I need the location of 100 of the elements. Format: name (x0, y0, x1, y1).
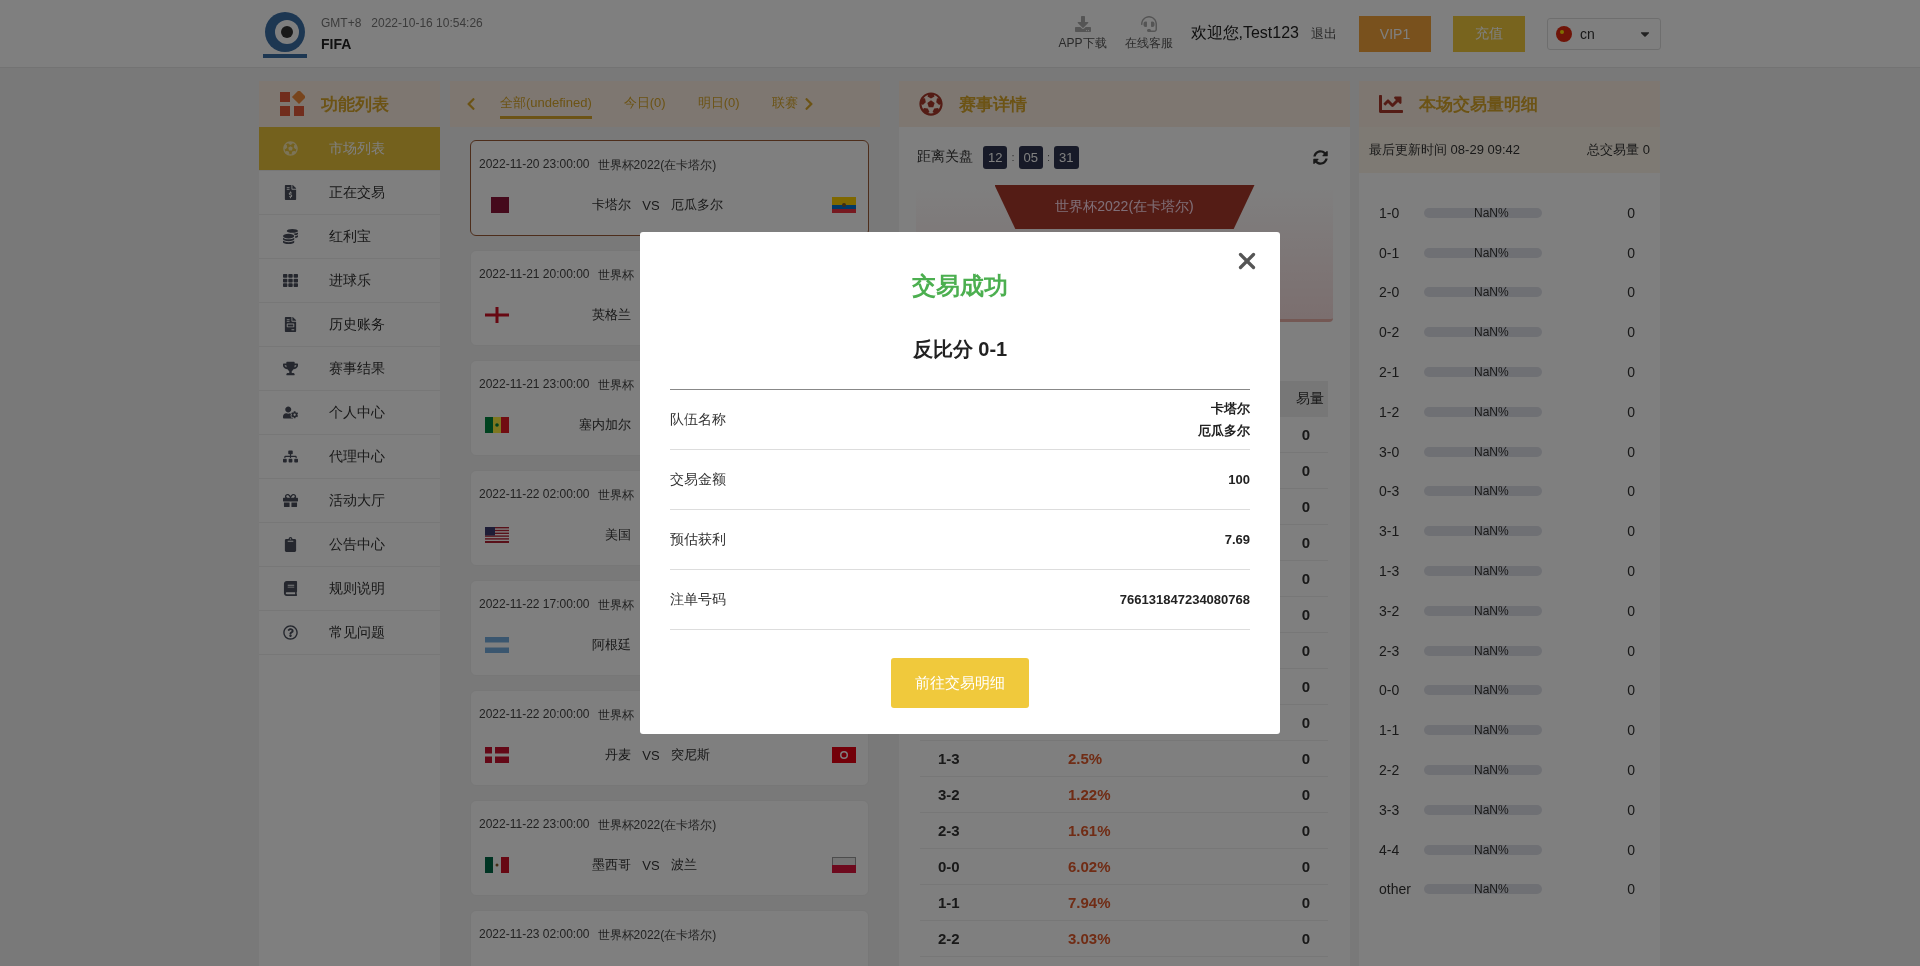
league-name: 世界杯 (597, 707, 634, 724)
score-cell-text: 2-2 (938, 930, 961, 947)
volume-cell: 0 (1301, 930, 1310, 947)
field-label: 预估获利 (670, 530, 726, 549)
score-cell-text: 1-1 (938, 894, 961, 911)
chart-icon (1379, 92, 1403, 116)
match-card[interactable]: 2022-11-23 02:00:00 世界杯2022(在卡塔尔) (470, 910, 869, 966)
football-icon (919, 92, 943, 116)
coins-icon (281, 229, 299, 244)
flag-icon (485, 747, 509, 763)
volume-cell: 0 (1301, 498, 1310, 515)
countdown-digits: 12 (983, 145, 1008, 169)
score-label: 3-1 (1379, 523, 1401, 540)
percent-text: NaN% (1474, 483, 1509, 500)
percent-text: NaN% (1474, 762, 1509, 779)
timezone-text: GMT+8 (321, 15, 362, 30)
league-name: 世界杯2022(在卡塔尔) (597, 927, 717, 944)
field-value: 7.69 (1224, 532, 1250, 547)
league-banner: 世界杯2022(在卡塔尔) (994, 185, 1255, 229)
field-value: 766131847234080768 (1119, 592, 1250, 607)
team-name: 墨西哥 (592, 856, 631, 874)
volume-cell: 0 (1301, 678, 1310, 695)
score-label: 2-2 (1379, 762, 1401, 779)
league-name: 世界杯 (597, 487, 634, 504)
help-icon (281, 625, 299, 640)
vs-text: VS (642, 197, 660, 213)
percent-text: NaN% (1474, 204, 1509, 221)
volume-cell: 0 (1301, 822, 1310, 839)
match-time: 2022-11-21 23:00:00 (479, 377, 590, 393)
support-link[interactable]: 在线客服 (1124, 15, 1173, 52)
score-label: 3-3 (1379, 801, 1401, 818)
volume-cell: 0 (1301, 714, 1310, 731)
volume-value: 0 (1627, 841, 1635, 858)
volume-cell: 0 (1301, 570, 1310, 587)
flag-icon (485, 197, 509, 213)
flag-icon (485, 417, 509, 433)
score-label: 0-3 (1379, 483, 1401, 500)
percent-cell-text: 2.5% (1068, 750, 1104, 767)
countdown-label: 距离关盘 (917, 148, 973, 166)
team-name: 塞内加尔 (579, 416, 631, 434)
team-name: 厄瓜多尔 (671, 196, 723, 214)
volume-value: 0 (1627, 801, 1635, 818)
score-label: 2-3 (1379, 642, 1401, 659)
separator-text: : (1047, 151, 1051, 163)
book-icon (281, 581, 299, 596)
percent-text: NaN% (1474, 841, 1509, 858)
score-cell-text: 3-2 (938, 786, 961, 803)
panel-title: 功能列表 (321, 93, 389, 116)
flag-icon (485, 857, 509, 873)
volume-value: 0 (1627, 403, 1635, 420)
league-name: 世界杯2022(在卡塔尔) (597, 817, 717, 834)
match-time: 2022-11-22 02:00:00 (479, 487, 590, 503)
column-header: 易量 (1296, 389, 1324, 408)
percent-text: NaN% (1474, 602, 1509, 619)
flag-icon (1556, 25, 1572, 42)
team-name: 丹麦 (605, 746, 631, 764)
app-download-link[interactable]: APP下载 (1058, 15, 1107, 52)
logout-link[interactable]: 退出 (1311, 24, 1337, 43)
countdown-digits: 05 (1018, 145, 1043, 169)
vs-text: VS (642, 747, 660, 763)
volume-value: 0 (1627, 523, 1635, 540)
team-name: 波兰 (671, 856, 697, 874)
percent-text: NaN% (1474, 722, 1509, 739)
match-card[interactable]: 2022-11-22 23:00:00 世界杯2022(在卡塔尔) 墨西哥 VS 波兰 (470, 800, 869, 896)
league-name: 世界杯2022(在卡塔尔) (597, 157, 717, 174)
score-label: 0-2 (1379, 324, 1401, 341)
volume-value: 0 (1627, 483, 1635, 500)
panel-title: 赛事详情 (959, 93, 1027, 116)
language-select[interactable]: cn (1547, 17, 1661, 50)
grid-icon (281, 273, 299, 288)
brand-name: FIFA (321, 35, 353, 52)
score-label: 1-2 (1379, 403, 1401, 420)
flag-icon (832, 197, 856, 213)
volume-value: 0 (1627, 563, 1635, 580)
percent-cell-text: 7.94% (1068, 894, 1112, 911)
match-card[interactable]: 2022-11-20 23:00:00 世界杯2022(在卡塔尔) 卡塔尔 VS 厄瓜多尔 (470, 140, 869, 236)
volume-value: 0 (1627, 364, 1635, 381)
match-time: 2022-11-22 20:00:00 (479, 707, 590, 723)
field-label: 注单号码 (670, 590, 726, 609)
team-name: 美国 (605, 526, 631, 544)
percent-cell-text: 6.02% (1068, 858, 1112, 875)
flag-icon (485, 637, 509, 653)
team-name: 突尼斯 (671, 746, 710, 764)
match-time: 2022-11-23 02:00:00 (479, 927, 590, 943)
volume-value: 0 (1627, 204, 1635, 221)
refresh-icon[interactable] (1313, 149, 1328, 165)
total-volume: 总交易量 0 (1587, 141, 1650, 159)
field-value: 100 (1228, 472, 1250, 487)
team-name: 卡塔尔 (592, 196, 631, 214)
percent-text: NaN% (1474, 801, 1509, 818)
percent-text: NaN% (1474, 364, 1509, 381)
percent-text: NaN% (1474, 682, 1509, 699)
volume-value: 0 (1627, 284, 1635, 301)
percent-cell-text: 3.03% (1068, 930, 1112, 947)
percent-text: NaN% (1474, 284, 1509, 301)
volume-value: 0 (1627, 682, 1635, 699)
user-gear-icon (281, 405, 299, 420)
score-label: 3-0 (1379, 443, 1401, 460)
panel-title: 本场交易量明细 (1419, 93, 1538, 116)
percent-cell-text: 1.61% (1068, 822, 1112, 839)
